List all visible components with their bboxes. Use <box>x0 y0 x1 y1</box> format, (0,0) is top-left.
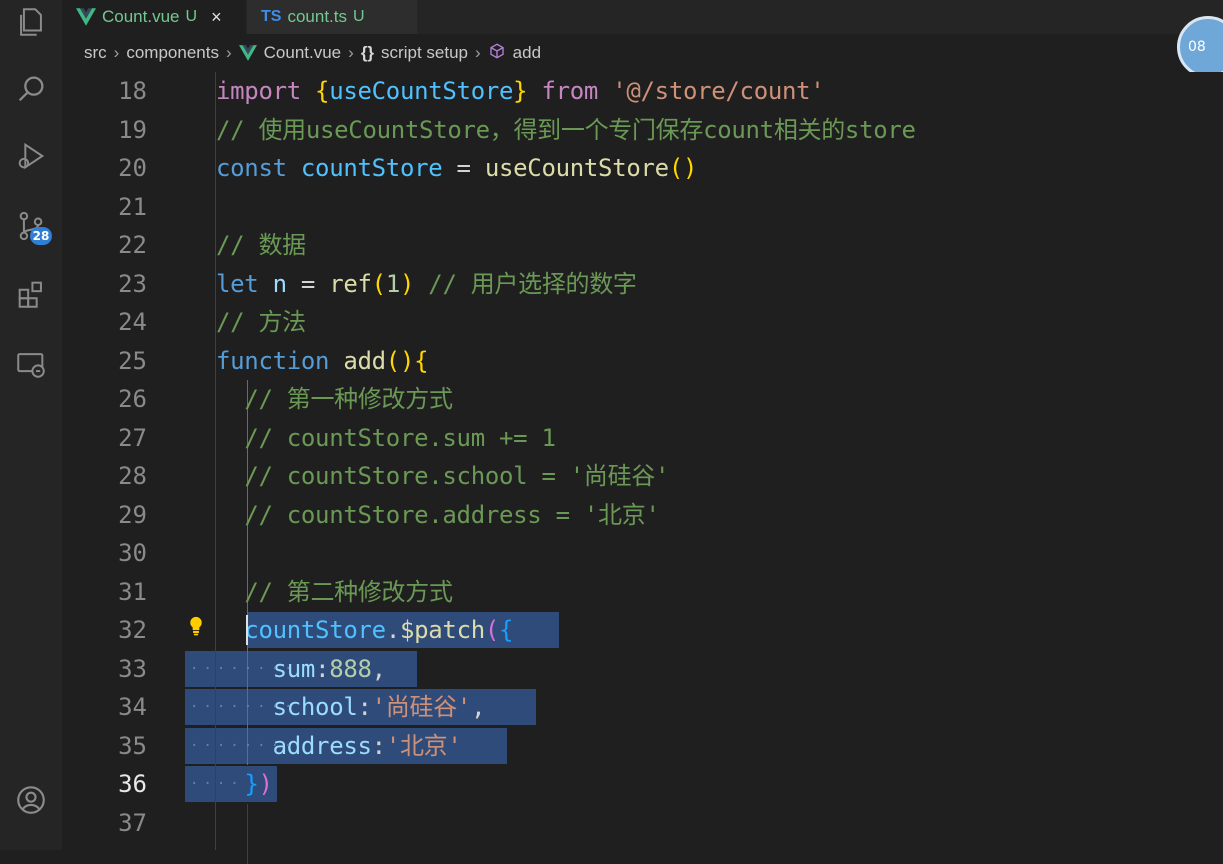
run-debug-icon[interactable] <box>9 134 53 178</box>
activity-bar: 28 <box>0 0 63 850</box>
vue-file-icon <box>238 45 257 61</box>
line-number: 28 <box>118 462 147 490</box>
code-line[interactable]: 19 // 使用useCountStore，得到一个专门保存count相关的sto… <box>62 111 1223 150</box>
code-text: // countStore.address = '北京' <box>244 500 660 529</box>
code-line[interactable]: 28 // countStore.school = '尚硅谷' <box>62 457 1223 496</box>
code-line[interactable]: 23 let n = ref(1) // 用户选择的数字 <box>62 265 1223 304</box>
line-number: 26 <box>118 385 147 413</box>
code-text: // 第一种修改方式 <box>244 385 453 413</box>
code-line[interactable]: 25 function add(){ <box>62 342 1223 381</box>
line-number: 24 <box>118 308 147 336</box>
chevron-right-icon: › <box>225 43 232 62</box>
line-number: 27 <box>118 423 147 452</box>
code-line[interactable]: 20 const countStore = useCountStore() <box>62 149 1223 188</box>
line-number: 32 <box>118 616 147 644</box>
code-line[interactable]: 22 // 数据 <box>62 226 1223 265</box>
chevron-right-icon: › <box>474 43 481 62</box>
code-text: // 数据 <box>216 231 306 259</box>
search-icon[interactable] <box>9 67 53 111</box>
line-number: 35 <box>118 731 147 760</box>
line-number: 22 <box>118 231 147 259</box>
code-line[interactable]: 30 <box>62 534 1223 573</box>
chevron-right-icon: › <box>348 43 354 62</box>
line-number: 18 <box>118 77 147 105</box>
tab-bar: Count.vue U × TS count.ts U <box>62 0 1223 34</box>
tab-count-ts[interactable]: TS count.ts U <box>247 0 417 34</box>
code-text: const countStore = useCountStore() <box>216 154 698 182</box>
line-number: 25 <box>118 346 147 375</box>
code-text: // countStore.school = '尚硅谷' <box>244 462 670 490</box>
line-number: 30 <box>118 539 147 567</box>
code-text: // 方法 <box>216 308 306 336</box>
line-number: 31 <box>118 577 147 606</box>
code-text: // countStore.sum += 1 <box>244 423 556 452</box>
whitespace-marker: ········ <box>190 660 298 677</box>
breadcrumb-count-vue[interactable]: Count.vue <box>264 43 342 63</box>
code-line[interactable]: 29 // countStore.address = '北京' <box>62 496 1223 535</box>
explorer-icon[interactable] <box>9 0 53 44</box>
breadcrumb: src › components › Count.vue › {} script… <box>62 34 1223 72</box>
line-number: 34 <box>118 693 147 721</box>
breadcrumb-add[interactable]: add <box>513 43 541 63</box>
vue-file-icon <box>76 8 96 26</box>
cube-icon <box>488 42 506 65</box>
code-line[interactable]: 33 sum:888, ········ <box>62 650 1223 689</box>
braces-icon: {} <box>360 43 375 62</box>
tab-count-vue[interactable]: Count.vue U × <box>62 0 246 34</box>
breadcrumb-src[interactable]: src <box>84 43 107 63</box>
remote-explorer-icon[interactable] <box>9 342 53 386</box>
code-line[interactable]: 27 // countStore.sum += 1 <box>62 419 1223 458</box>
line-number: 36 <box>118 770 147 798</box>
text-cursor <box>246 615 248 645</box>
lightbulb-icon[interactable] <box>186 615 208 639</box>
code-text: // 第二种修改方式 <box>244 577 453 606</box>
code-line[interactable]: 31 // 第二种修改方式 <box>62 573 1223 612</box>
code-text: function add(){ <box>216 346 429 375</box>
typescript-file-icon: TS <box>261 8 282 25</box>
code-line[interactable]: 35 address:'北京' ········ <box>62 727 1223 766</box>
close-icon[interactable]: × <box>211 7 222 28</box>
untracked-badge: U <box>353 8 365 25</box>
line-number: 33 <box>118 654 147 683</box>
scm-badge: 28 <box>30 227 52 245</box>
breadcrumb-components[interactable]: components <box>126 43 219 63</box>
breadcrumb-script-setup[interactable]: script setup <box>381 43 468 63</box>
code-text: import {useCountStore} from '@/store/cou… <box>216 77 825 105</box>
code-line[interactable]: 24 // 方法 <box>62 303 1223 342</box>
code-line[interactable]: 36 }) ···· <box>62 765 1223 804</box>
whitespace-marker: ········ <box>190 737 298 754</box>
account-icon[interactable] <box>9 778 53 822</box>
line-number: 19 <box>118 115 147 144</box>
line-number: 21 <box>118 192 147 221</box>
line-number: 23 <box>118 269 147 298</box>
line-number: 37 <box>118 808 147 837</box>
code-line[interactable]: 34 school:'尚硅谷', ········ <box>62 688 1223 727</box>
tab-label: count.ts <box>287 7 347 26</box>
extensions-icon[interactable] <box>9 272 53 316</box>
line-number: 20 <box>118 154 147 182</box>
whitespace-marker: ········ <box>190 699 298 715</box>
code-editor[interactable]: 18 import {useCountStore} from '@/store/c… <box>62 72 1223 864</box>
code-line[interactable]: 37 <box>62 804 1223 843</box>
code-line[interactable]: 32 countStore.$patch({ <box>62 611 1223 650</box>
chevron-right-icon: › <box>113 43 120 62</box>
code-line[interactable]: 18 import {useCountStore} from '@/store/c… <box>62 72 1223 111</box>
whitespace-marker: ···· <box>190 776 244 792</box>
source-control-icon[interactable]: 28 <box>9 204 53 248</box>
code-line[interactable]: 21 <box>62 188 1223 227</box>
code-line[interactable]: 26 // 第一种修改方式 <box>62 380 1223 419</box>
code-text: // 使用useCountStore，得到一个专门保存count相关的store <box>216 115 916 144</box>
code-text: let n = ref(1) // 用户选择的数字 <box>216 269 637 298</box>
untracked-badge: U <box>185 8 198 25</box>
code-text: countStore.$patch({ <box>244 616 514 644</box>
tab-label: Count.vue <box>102 7 180 26</box>
line-number: 29 <box>118 500 147 529</box>
